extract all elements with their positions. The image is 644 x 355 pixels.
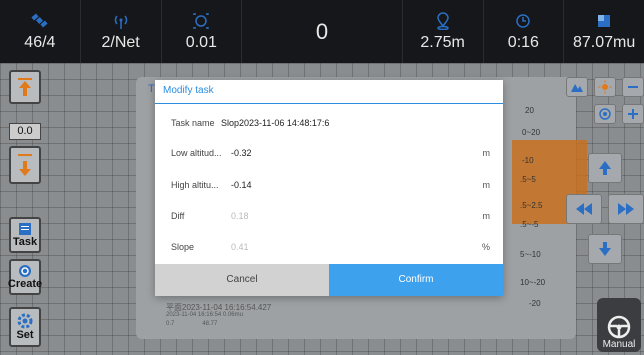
task-button[interactable]: Task	[9, 217, 41, 253]
set-label: Set	[16, 329, 34, 341]
legend-label: .5~-5	[520, 220, 539, 229]
confirm-button[interactable]: Confirm	[329, 264, 503, 296]
center-value: 0	[315, 19, 329, 44]
task-label: Task	[12, 236, 38, 248]
modify-task-dialog: Modify task Task name Slop2023-11-06 14:…	[155, 80, 503, 296]
sun-icon	[598, 80, 612, 94]
low-altitude-label: Low altitud...	[171, 148, 222, 158]
time-value: 0:16	[507, 34, 539, 51]
satellite-icon	[30, 10, 50, 32]
legend-label: 0~20	[522, 128, 541, 137]
diff-row: Diff 0.18 m	[155, 204, 503, 228]
low-altitude-field[interactable]: -0.32	[231, 141, 252, 165]
cancel-button[interactable]: Cancel	[155, 264, 329, 296]
gear-icon	[17, 313, 33, 329]
steering-wheel-icon	[607, 315, 631, 339]
task-entry-info: 2023-11-04 16:16:54 0.06mu	[166, 312, 243, 318]
move-down-button[interactable]	[588, 234, 622, 264]
move-left-button[interactable]	[566, 194, 602, 224]
task-panel-title: T	[148, 83, 155, 95]
locate-button[interactable]	[594, 104, 616, 124]
arrow-left-icon	[576, 203, 592, 215]
accuracy-status: 0.01	[162, 0, 243, 63]
legend-label: .5~5	[520, 175, 536, 184]
slope-label: Slope	[171, 242, 195, 252]
brightness-button[interactable]	[594, 77, 616, 97]
arrow-up-icon	[18, 78, 32, 96]
arrow-down-icon	[18, 154, 32, 176]
target-icon	[191, 10, 211, 32]
lower-button[interactable]	[9, 146, 41, 184]
diff-value: 0.18	[231, 211, 249, 221]
legend-label: -10	[522, 156, 534, 165]
area-status: 87.07mu	[564, 0, 644, 63]
plus-icon	[628, 109, 638, 119]
slope-unit: %	[481, 242, 490, 252]
arrow-down-icon	[599, 242, 611, 256]
clock-icon	[513, 10, 533, 32]
minus-icon	[628, 86, 638, 88]
zoom-out-button[interactable]	[622, 77, 644, 97]
legend-label: .5~2.5	[520, 201, 543, 210]
low-altitude-unit: m	[482, 148, 491, 158]
accuracy-value: 0.01	[185, 34, 217, 51]
task-name-label: Task name	[171, 118, 215, 128]
signal-icon	[111, 10, 131, 32]
offset-value: 0.0	[9, 123, 41, 140]
slope-row: Slope 0.41 %	[155, 235, 503, 259]
move-up-button[interactable]	[588, 153, 622, 183]
task-name-row: Task name Slop2023-11-06 14:48:17:6	[155, 111, 503, 135]
move-right-button[interactable]	[608, 194, 644, 224]
diff-label: Diff	[171, 211, 185, 221]
high-altitude-label: High altitu...	[171, 180, 219, 190]
task-icon	[19, 223, 31, 235]
status-bar: 46/4 2/Net 0.01 0 2.75m 0:16 87.07mu	[0, 0, 644, 63]
network-status: 2/Net	[81, 0, 162, 63]
arrow-up-icon	[599, 161, 611, 175]
legend-label: 5~-10	[520, 250, 541, 259]
network-value: 2/Net	[101, 34, 140, 51]
center-display: 0	[242, 0, 403, 63]
zoom-in-button[interactable]	[622, 104, 644, 124]
task-entry-values: 0.7 48.77	[166, 321, 217, 327]
time-status: 0:16	[484, 0, 565, 63]
slope-value: 0.41	[231, 242, 249, 252]
legend-label: 20	[525, 106, 534, 115]
task-name-field[interactable]: Slop2023-11-06 14:48:17:6	[221, 111, 329, 135]
create-icon	[19, 265, 31, 277]
mountain-icon	[571, 84, 583, 92]
satellite-status: 46/4	[0, 0, 81, 63]
set-button[interactable]: Set	[9, 307, 41, 347]
layer-button[interactable]	[566, 77, 588, 97]
diff-unit: m	[482, 211, 491, 221]
legend-label: -20	[529, 299, 541, 308]
manual-label: Manual	[602, 339, 636, 350]
height-value: 2.75m	[420, 34, 465, 51]
area-icon	[594, 10, 614, 32]
task-entry-val1: 0.7	[166, 321, 175, 327]
task-entry-val2: 48.77	[202, 321, 218, 327]
dialog-title: Modify task	[155, 80, 503, 104]
low-altitude-row: Low altitud... -0.32 m	[155, 141, 503, 165]
high-altitude-field[interactable]: -0.14	[231, 173, 252, 197]
legend-label: 10~-20	[520, 278, 546, 287]
high-altitude-row: High altitu... -0.14 m	[155, 173, 503, 197]
arrow-right-icon	[618, 203, 634, 215]
satellite-count: 46/4	[24, 34, 56, 51]
manual-mode-button[interactable]: Manual	[597, 298, 641, 352]
height-status: 2.75m	[403, 0, 484, 63]
locate-icon	[599, 108, 611, 120]
create-button[interactable]: Create	[7, 259, 43, 295]
raise-button[interactable]	[9, 70, 41, 104]
high-altitude-unit: m	[482, 180, 491, 190]
area-value: 87.07mu	[572, 34, 636, 51]
create-label: Create	[7, 278, 43, 290]
location-pin-icon	[433, 10, 453, 32]
